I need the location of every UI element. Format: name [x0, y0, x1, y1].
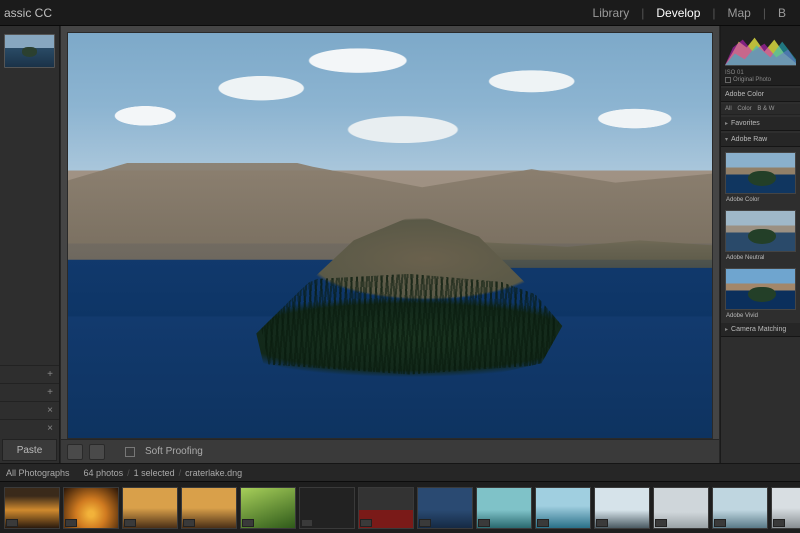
original-photo-checkbox[interactable]	[725, 77, 731, 83]
nav-separator: |	[641, 6, 644, 20]
main-area: + + × × Paste Soft Proofing	[0, 26, 800, 463]
iso-label: ISO 01	[725, 70, 744, 76]
filmstrip-thumb[interactable]	[240, 487, 296, 529]
profile-filter-row: All Color B & W	[721, 104, 800, 115]
nav-develop[interactable]: Develop	[648, 6, 708, 20]
thumb-badge-icon	[242, 519, 254, 527]
filmstrip-thumb[interactable]	[771, 487, 800, 529]
thumb-badge-icon	[537, 519, 549, 527]
close-icon: ×	[47, 405, 53, 416]
filmstrip[interactable]	[0, 481, 800, 533]
thumb-badge-icon	[65, 519, 77, 527]
left-panel-row[interactable]: ×	[0, 419, 59, 437]
paste-button[interactable]: Paste	[2, 439, 57, 461]
thumb-badge-icon	[6, 519, 18, 527]
thumb-badge-icon	[596, 519, 608, 527]
thumb-badge-icon	[301, 519, 313, 527]
histogram-panel[interactable]: ISO 01 Original Photo	[721, 26, 800, 86]
filter-bw[interactable]: B & W	[757, 106, 774, 112]
preset-label: Adobe Neutral	[721, 254, 800, 263]
filmstrip-thumb[interactable]	[4, 487, 60, 529]
original-photo-label: Original Photo	[733, 77, 771, 83]
filmstrip-thumb[interactable]	[476, 487, 532, 529]
profile-header[interactable]: Adobe Color	[721, 88, 800, 102]
left-panel-row[interactable]: +	[0, 383, 59, 401]
nav-book[interactable]: B	[770, 6, 794, 20]
thumb-badge-icon	[183, 519, 195, 527]
loupe-toolbar: Soft Proofing	[61, 439, 719, 463]
filmstrip-thumb[interactable]	[63, 487, 119, 529]
filmstrip-thumb[interactable]	[712, 487, 768, 529]
photo-count: 64 photos	[84, 468, 124, 478]
favorites-label: Favorites	[731, 120, 760, 127]
filmstrip-thumb[interactable]	[181, 487, 237, 529]
nav-separator: |	[763, 6, 766, 20]
filter-color[interactable]: Color	[737, 106, 751, 112]
main-photo[interactable]	[67, 32, 713, 439]
photo-sky	[68, 33, 712, 171]
left-panel-row[interactable]: +	[0, 365, 59, 383]
favorites-header[interactable]: ▸ Favorites	[721, 117, 800, 131]
triangle-right-icon: ▸	[725, 120, 728, 127]
navigator-thumbnail[interactable]	[4, 34, 55, 68]
filmstrip-thumb[interactable]	[594, 487, 650, 529]
adobe-raw-label: Adobe Raw	[731, 136, 767, 143]
thumb-badge-icon	[419, 519, 431, 527]
close-icon: ×	[47, 423, 53, 434]
nav-separator: |	[712, 6, 715, 20]
filmstrip-thumb[interactable]	[653, 487, 709, 529]
preset-thumb[interactable]	[725, 152, 796, 194]
status-bar: All Photographs 64 photos / 1 selected /…	[0, 463, 800, 481]
filmstrip-thumb[interactable]	[417, 487, 473, 529]
histogram-chart	[725, 30, 796, 69]
center-panel: Soft Proofing	[60, 26, 720, 463]
nav-map[interactable]: Map	[720, 6, 759, 20]
thumb-badge-icon	[478, 519, 490, 527]
selection-count: 1 selected	[134, 468, 175, 478]
plus-icon: +	[47, 387, 53, 398]
filter-all[interactable]: All	[725, 106, 732, 112]
camera-matching-label: Camera Matching	[731, 326, 786, 333]
app-title: assic CC	[0, 6, 52, 20]
triangle-down-icon: ▾	[725, 136, 728, 143]
before-after-icon[interactable]	[89, 444, 105, 460]
thumb-badge-icon	[655, 519, 667, 527]
loupe-view-icon[interactable]	[67, 444, 83, 460]
current-filename: craterlake.dng	[185, 468, 242, 478]
filmstrip-thumb[interactable]	[122, 487, 178, 529]
module-nav: Library | Develop | Map | B	[585, 6, 794, 20]
plus-icon: +	[47, 369, 53, 380]
thumb-badge-icon	[360, 519, 372, 527]
camera-matching-header[interactable]: ▸ Camera Matching	[721, 323, 800, 337]
preset-thumb[interactable]	[725, 210, 796, 252]
triangle-right-icon: ▸	[725, 326, 728, 333]
right-panel: ISO 01 Original Photo Adobe Color All Co…	[720, 26, 800, 463]
adobe-raw-header[interactable]: ▾ Adobe Raw	[721, 133, 800, 147]
filmstrip-thumb[interactable]	[535, 487, 591, 529]
left-panel: + + × × Paste	[0, 26, 60, 463]
nav-library[interactable]: Library	[585, 6, 638, 20]
left-panel-row[interactable]: ×	[0, 401, 59, 419]
filmstrip-thumb[interactable]	[299, 487, 355, 529]
canvas-area	[61, 26, 719, 439]
soft-proofing-label: Soft Proofing	[145, 446, 203, 457]
thumb-badge-icon	[714, 519, 726, 527]
profile-name: Adobe Color	[725, 91, 764, 98]
preset-label: Adobe Color	[721, 196, 800, 205]
preset-label: Adobe Vivid	[721, 312, 800, 321]
thumb-badge-icon	[124, 519, 136, 527]
filmstrip-thumb[interactable]	[358, 487, 414, 529]
preset-thumb[interactable]	[725, 268, 796, 310]
collection-name[interactable]: All Photographs	[6, 468, 70, 478]
thumb-badge-icon	[773, 519, 785, 527]
soft-proofing-checkbox[interactable]	[125, 447, 135, 457]
app-header: assic CC Library | Develop | Map | B	[0, 0, 800, 26]
